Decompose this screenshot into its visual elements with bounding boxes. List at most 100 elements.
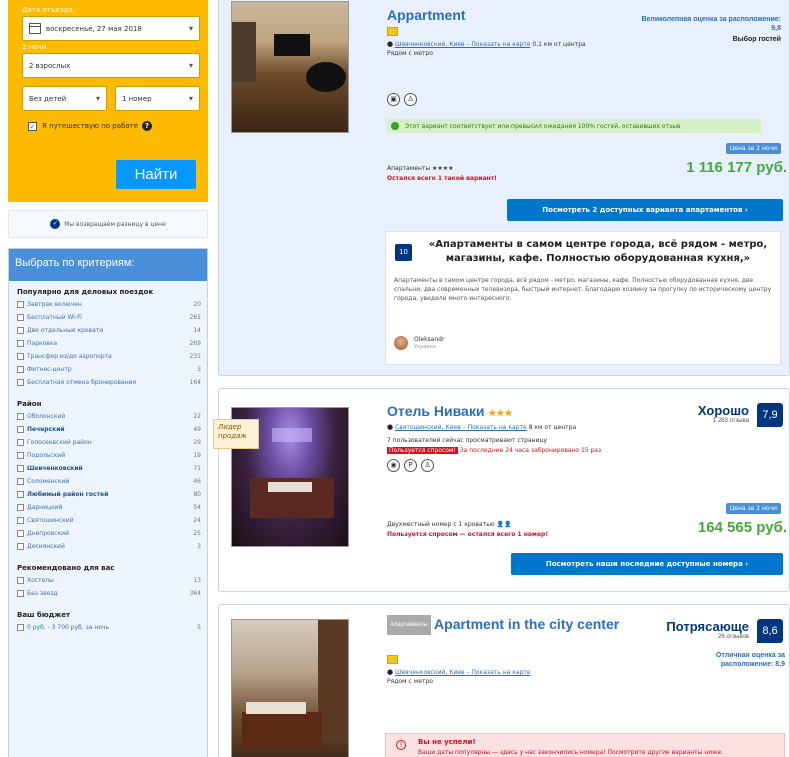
checkout-date-select[interactable]: воскресенье, 27 мая 2018 ▾ <box>22 16 200 41</box>
checkbox[interactable] <box>17 624 24 631</box>
property-address: ● Шевченковский, Киев – Показать на карт… <box>387 668 627 686</box>
checkbox[interactable] <box>17 452 24 459</box>
children-select[interactable]: Без детей ▾ <box>22 86 107 111</box>
filter-group-heading: Популярно для деловых поездок <box>17 288 154 296</box>
checkbox[interactable] <box>17 478 24 485</box>
filter-item[interactable]: Бесплатная отмена бронирования 164 <box>17 378 201 387</box>
filter-item[interactable]: Хостелы 13 <box>17 576 201 585</box>
show-on-map-link[interactable]: Святошинский, Киев – Показать на карте <box>395 424 527 431</box>
person-icon: ♙ <box>421 459 434 472</box>
tv-shape <box>274 34 310 56</box>
work-trip-checkbox[interactable]: ✓ Я путешествую по работе ? <box>28 121 200 131</box>
filter-count: 13 <box>193 577 201 584</box>
filter-item[interactable]: Две отдельные кровати 14 <box>17 326 201 335</box>
property-title[interactable]: Отель Ниваки ★★★ <box>387 403 513 419</box>
property-photo[interactable] <box>231 619 349 757</box>
checkbox[interactable] <box>17 340 24 347</box>
filter-item[interactable]: Бесплатный Wi-Fi 261 <box>17 313 201 322</box>
filter-item[interactable]: Трансфер из/до аэропорта 231 <box>17 352 201 361</box>
filter-label: Бесплатный Wi-Fi <box>27 314 82 321</box>
viewing-now: 7 пользователей сейчас просматривают стр… <box>387 437 548 444</box>
show-on-map-link[interactable]: Шевченковский, Киев – Показать на карте <box>395 669 530 676</box>
property-card: Лидер продаж Отель Ниваки ★★★ ● Святошин… <box>213 388 790 592</box>
chair-shape <box>306 62 346 92</box>
satisfaction-text: Этот вариант соответствует или превысил … <box>405 122 681 130</box>
kitchen-icon: ▣ <box>387 93 400 106</box>
filter-label: Фитнес-центр <box>27 366 72 373</box>
alert-body: Ваши даты популярны — здесь у нас законч… <box>418 749 724 756</box>
checkbox[interactable] <box>17 491 24 498</box>
property-title[interactable]: Appartment <box>387 7 466 23</box>
filter-item[interactable]: Парковка 269 <box>17 339 201 348</box>
filter-count: 71 <box>193 465 201 472</box>
checkbox[interactable] <box>17 530 24 537</box>
checkbox[interactable] <box>17 301 24 308</box>
filter-item[interactable]: Печерский 49 <box>17 425 201 434</box>
checkbox[interactable] <box>17 465 24 472</box>
checkbox[interactable] <box>17 353 24 360</box>
checkbox[interactable] <box>17 379 24 386</box>
filter-group-heading: Ваш бюджет <box>17 611 71 619</box>
property-address: ● Шевченковский, Киев – Показать на карт… <box>387 40 617 58</box>
filter-item[interactable]: Святошинский 24 <box>17 516 201 525</box>
review-score-block[interactable]: Потрясающе 26 отзывов <box>609 619 749 640</box>
checkbox[interactable] <box>17 366 24 373</box>
filter-item[interactable]: Без звезд 364 <box>17 589 201 598</box>
search-panel: Дата отъезда воскресенье, 27 мая 2018 ▾ … <box>8 0 208 202</box>
filter-count: 54 <box>193 504 201 511</box>
guest-choice-label: Выбор гостей <box>732 36 781 43</box>
checkbox[interactable] <box>17 426 24 433</box>
filter-count: 49 <box>193 426 201 433</box>
price-match-banner[interactable]: ✓ Мы возвращаем разницу в цене <box>8 210 208 238</box>
filter-group-district: Район Оболонский 22 Печерский 49 Голосеевс… <box>9 393 207 557</box>
filter-label: Шевченковский <box>27 465 83 472</box>
filter-item[interactable]: Подольский 19 <box>17 451 201 460</box>
property-photo[interactable] <box>231 1 349 133</box>
show-on-map-link[interactable]: Шевченковский, Киев – Показать на карте <box>395 41 530 48</box>
filter-count: 80 <box>193 491 201 498</box>
filter-item[interactable]: 0 руб. - 3 700 руб. за ночь 5 <box>17 623 201 632</box>
price-match-text: Мы возвращаем разницу в цене <box>64 220 166 228</box>
filter-item[interactable]: Днепровский 25 <box>17 529 201 538</box>
review-author: Oleksandr Украина <box>394 336 444 350</box>
filter-item[interactable]: Деснянский 3 <box>17 542 201 551</box>
checkbox[interactable] <box>17 327 24 334</box>
checkbox[interactable] <box>17 543 24 550</box>
filter-item[interactable]: Фитнес-центр 3 <box>17 365 201 374</box>
filter-item[interactable]: Соломенский 46 <box>17 477 201 486</box>
checkbox-checked-icon[interactable]: ✓ <box>28 121 37 131</box>
map-pin-icon: ● <box>387 668 394 676</box>
checkbox[interactable] <box>17 413 24 420</box>
filter-count: 261 <box>189 314 201 321</box>
distance-text: 8 км от центра <box>528 424 577 431</box>
checkbox[interactable] <box>17 314 24 321</box>
see-rooms-button[interactable]: Посмотреть наши последние доступные номе… <box>511 553 783 575</box>
thumbs-up-icon <box>387 27 398 36</box>
satisfaction-note: Этот вариант соответствует или превысил … <box>387 119 761 133</box>
filter-count: 20 <box>193 301 201 308</box>
help-icon[interactable]: ? <box>142 121 153 131</box>
adults-select[interactable]: 2 взрослых ▾ <box>22 53 200 78</box>
review-score-block[interactable]: Хорошо 1 283 отзыва <box>629 403 749 424</box>
author-name: Oleksandr <box>414 336 445 343</box>
checkbox[interactable] <box>17 590 24 597</box>
filter-item[interactable]: Шевченковский 71 <box>17 464 201 473</box>
filter-item[interactable]: Любимый район гостей 80 <box>17 490 201 499</box>
checkbox[interactable] <box>17 504 24 511</box>
search-button[interactable]: Найти <box>116 160 196 189</box>
rooms-select[interactable]: 1 номер ▾ <box>115 86 200 111</box>
checkbox[interactable] <box>17 577 24 584</box>
filter-count: 14 <box>193 327 201 334</box>
checkbox[interactable] <box>17 439 24 446</box>
filter-item[interactable]: Оболонский 22 <box>17 412 201 421</box>
see-apartments-button[interactable]: Посмотреть 2 доступных варианта апартаме… <box>507 199 783 221</box>
filter-item[interactable]: Завтрак включен 20 <box>17 300 201 309</box>
filter-item[interactable]: Голосеевский район 29 <box>17 438 201 447</box>
checkbox[interactable] <box>17 517 24 524</box>
filter-count: 5 <box>197 624 201 631</box>
score-word: Потрясающе <box>666 619 749 634</box>
filter-item[interactable]: Дарницкий 54 <box>17 503 201 512</box>
filter-count: 19 <box>193 452 201 459</box>
parking-icon: P <box>404 459 417 472</box>
filter-label: Две отдельные кровати <box>27 327 104 334</box>
